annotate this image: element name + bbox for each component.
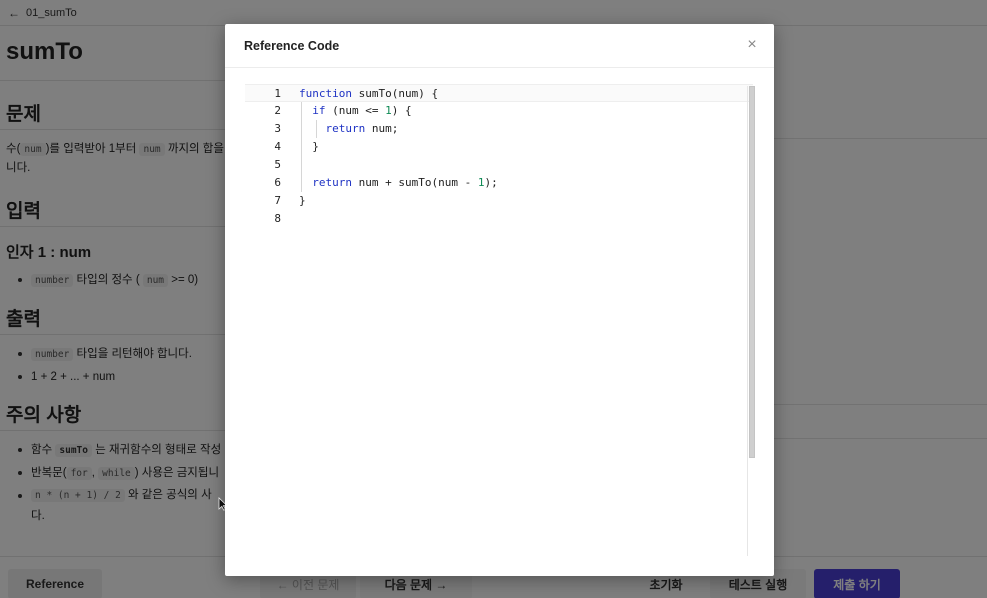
code-line[interactable]: 8 (245, 210, 753, 228)
code-line[interactable]: 2 if (num <= 1) { (245, 102, 753, 120)
code-text: if (num <= 1) { (312, 104, 412, 117)
line-number: 3 (274, 122, 281, 135)
indent-guide (301, 102, 302, 192)
line-number: 8 (274, 212, 281, 225)
code-scrollbar[interactable] (747, 86, 755, 556)
code-viewer[interactable]: 1 function sumTo(num) {2 if (num <= 1) {3… (245, 84, 756, 558)
reference-code-modal: Reference Code × 1 function sumTo(num) { 2… (225, 24, 774, 576)
indent-guide (316, 120, 318, 138)
code-line[interactable]: 3 return num; (245, 120, 753, 138)
close-icon[interactable]: × (744, 37, 760, 53)
code-line[interactable]: 1 function sumTo(num) { (245, 84, 753, 102)
modal-header: Reference Code × (225, 24, 774, 68)
line-number: 1 (274, 87, 281, 100)
line-number: 5 (274, 158, 281, 171)
code-text: return num; (325, 122, 399, 135)
code-text: function sumTo(num) { (299, 87, 439, 100)
line-number: 7 (274, 194, 281, 207)
scrollbar-thumb[interactable] (749, 86, 755, 458)
code-line[interactable]: 6 return num + sumTo(num - 1); (245, 174, 753, 192)
line-number: 2 (274, 104, 281, 117)
code-line[interactable]: 7} (245, 192, 753, 210)
code-text: } (299, 194, 306, 207)
line-number: 4 (274, 140, 281, 153)
code-text: return num + sumTo(num - 1); (312, 176, 498, 189)
code-line[interactable]: 4 } (245, 138, 753, 156)
code-line[interactable]: 5 (245, 156, 753, 174)
modal-title: Reference Code (244, 38, 340, 53)
line-number: 6 (274, 176, 281, 189)
